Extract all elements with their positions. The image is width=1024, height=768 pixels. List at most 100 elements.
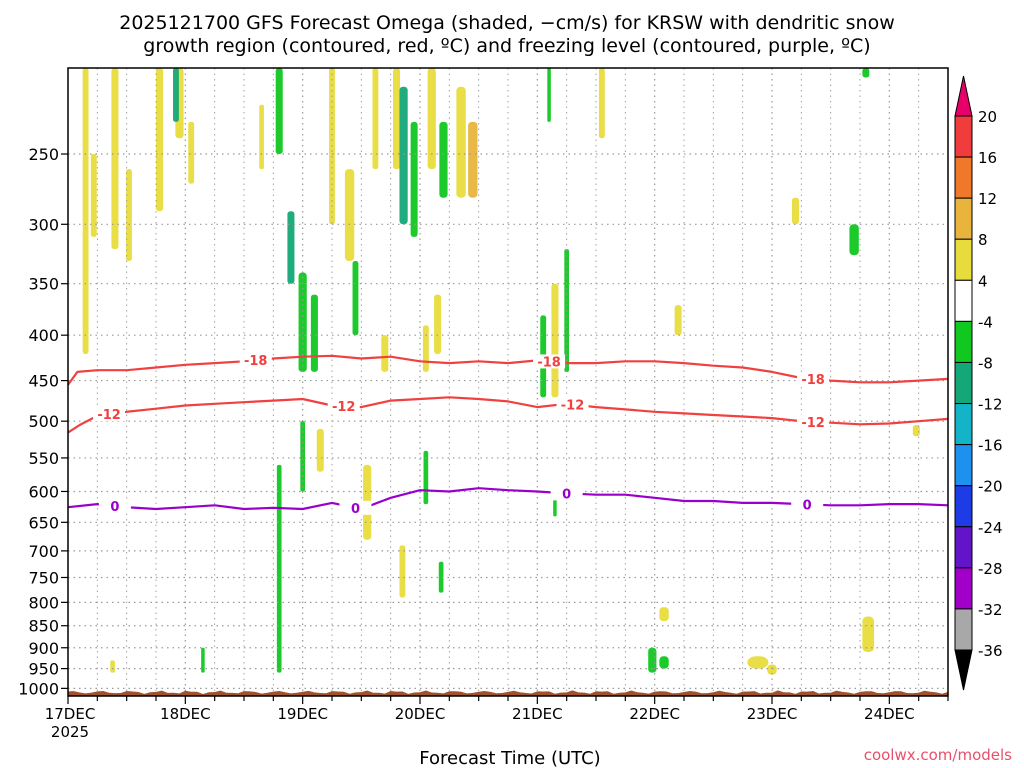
colorbar-label-2: 12: [978, 190, 997, 208]
colorbar-label-0: 20: [978, 108, 997, 126]
omega-cell-2: [111, 68, 119, 250]
omega-cell-21: [439, 121, 448, 198]
omega-cell-40: [399, 545, 406, 598]
y-tick-label-850: 850: [28, 617, 59, 636]
contour-label--12-0: -12: [97, 408, 121, 423]
y-tick-label-650: 650: [28, 513, 59, 532]
colorbar-segment-7: [954, 361, 973, 405]
colorbar-label-5: -4: [978, 313, 993, 331]
y-tick-label-800: 800: [28, 593, 59, 612]
omega-cell-19: [410, 121, 418, 237]
colorbar-label-8: -16: [978, 437, 1003, 455]
colorbar: 20 16 12 8 4 -4 -8 -12 -16 -20 -24 -28 -32 -36: [954, 75, 1003, 691]
terrain-bar: [68, 690, 948, 696]
omega-cell-49: [862, 616, 875, 653]
omega-cell-10: [287, 211, 295, 284]
omega-cell-35: [862, 68, 870, 78]
omega-cell-15: [352, 261, 359, 336]
omega-cell-45: [659, 656, 669, 669]
contour-label-0-2: 0: [562, 487, 571, 502]
contour-label-0-0: 0: [110, 500, 119, 515]
omega-cell-51: [110, 660, 115, 673]
omega-cell-14: [344, 169, 355, 262]
x-tick-label-1: 18DEC: [160, 705, 211, 723]
contour-label-0-3: 0: [803, 498, 812, 513]
x-tick-label-6: 23DEC: [747, 705, 798, 723]
credit-link[interactable]: coolwx.com/models: [864, 746, 1012, 764]
y-axis-ticks: 250 300 350 400 450 500 550 600 650 700 750 800 850 9…: [18, 145, 68, 698]
contour-label--12-3: -12: [801, 416, 825, 431]
omega-cell-9: [275, 68, 283, 155]
omega-cell-31: [598, 68, 605, 139]
colorbar-bottom-arrow: [954, 649, 973, 691]
contour-label--18-2: -18: [801, 373, 825, 388]
colorbar-segment-8: [954, 403, 973, 446]
y-tick-label-900: 900: [28, 639, 59, 658]
colorbar-label-12: -32: [978, 601, 1003, 619]
colorbar-segment-12: [954, 567, 973, 610]
terrain-fill: [68, 690, 948, 696]
colorbar-segment-3: [954, 197, 973, 240]
y-tick-label-600: 600: [28, 482, 59, 501]
omega-cell-18: [399, 86, 408, 225]
colorbar-label-6: -8: [978, 354, 993, 372]
year-label: 2025: [51, 723, 89, 741]
omega-cell-3: [126, 169, 132, 262]
omega-cell-34: [849, 224, 859, 256]
colorbar-segment-4: [954, 238, 973, 281]
x-axis-ticks: 17DEC 18DEC 19DEC 20DEC 21DEC 22DEC 23DEC 24DEC: [45, 696, 949, 723]
colorbar-label-10: -24: [978, 519, 1003, 537]
y-tick-label-350: 350: [28, 275, 59, 294]
omega-cell-25: [422, 325, 429, 372]
chart-title-line-2: growth region (contoured, red, ºC) and f…: [143, 35, 870, 57]
omega-cell-6: [173, 68, 179, 122]
omega-cell-22: [456, 86, 466, 198]
x-axis-title: Forecast Time (UTC): [419, 748, 600, 768]
omega-cell-38: [316, 428, 324, 472]
omega-cell-7: [188, 121, 195, 184]
x-tick-label-4: 21DEC: [512, 705, 563, 723]
omega-cross-section-chart: 2025121700 GFS Forecast Omega (shaded, −…: [18, 12, 1012, 768]
y-tick-label-500: 500: [28, 412, 59, 431]
x-tick-label-7: 24DEC: [864, 705, 915, 723]
colorbar-segment-11: [954, 526, 973, 569]
omega-cell-47: [747, 656, 769, 669]
colorbar-label-13: -36: [978, 642, 1003, 660]
x-tick-label-2: 19DEC: [277, 705, 328, 723]
y-tick-label-250: 250: [28, 145, 59, 164]
colorbar-label-1: 16: [978, 149, 997, 167]
omega-cell-4: [156, 68, 164, 212]
y-tick-label-400: 400: [28, 326, 59, 345]
y-tick-label-450: 450: [28, 372, 59, 391]
x-tick-label-5: 22DEC: [629, 705, 680, 723]
omega-cell-33: [791, 197, 799, 225]
omega-cell-23: [468, 121, 478, 198]
contour-label--18-1: -18: [537, 355, 561, 370]
contour-label--12-2: -12: [561, 398, 585, 413]
omega-cell-26: [381, 335, 389, 372]
colorbar-segment-6: [954, 320, 973, 363]
y-tick-label-950: 950: [28, 660, 59, 679]
colorbar-label-4: 4: [978, 272, 988, 290]
contour-label--12-1: -12: [332, 400, 356, 415]
colorbar-segment-2: [954, 156, 973, 199]
colorbar-label-9: -20: [978, 478, 1003, 496]
x-tick-label-0: 17DEC: [45, 705, 96, 723]
omega-cell-8: [259, 104, 264, 170]
colorbar-top-arrow: [954, 75, 973, 117]
omega-cell-41: [423, 450, 429, 505]
colorbar-label-11: -28: [978, 560, 1003, 578]
omega-cell-24: [434, 294, 442, 354]
colorbar-segment-1: [954, 115, 973, 158]
y-tick-label-550: 550: [28, 449, 59, 468]
contour-label-0-1: 0: [351, 502, 360, 517]
omega-cell-32: [674, 305, 682, 336]
y-tick-label-700: 700: [28, 542, 59, 561]
colorbar-label-3: 8: [978, 231, 988, 249]
colorbar-label-7: -12: [978, 396, 1003, 414]
colorbar-segment-9: [954, 444, 973, 487]
y-tick-label-750: 750: [28, 568, 59, 587]
omega-shading: [82, 68, 920, 675]
colorbar-segment-10: [954, 485, 973, 528]
chart-title-line-1: 2025121700 GFS Forecast Omega (shaded, −…: [119, 12, 895, 34]
